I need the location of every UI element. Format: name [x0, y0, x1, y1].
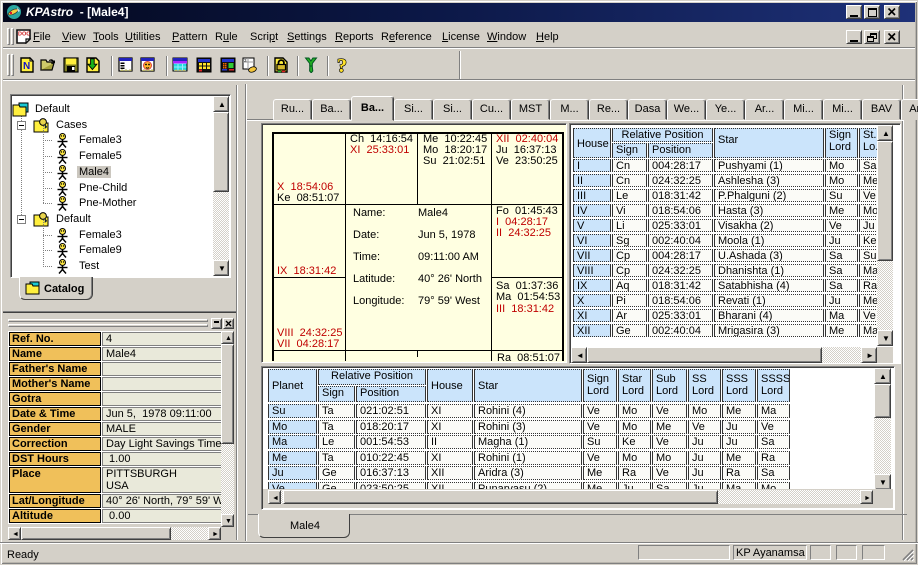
svg-text:N: N [23, 61, 30, 72]
svg-text:?: ? [337, 57, 347, 73]
svg-text:DOC: DOC [18, 32, 30, 38]
